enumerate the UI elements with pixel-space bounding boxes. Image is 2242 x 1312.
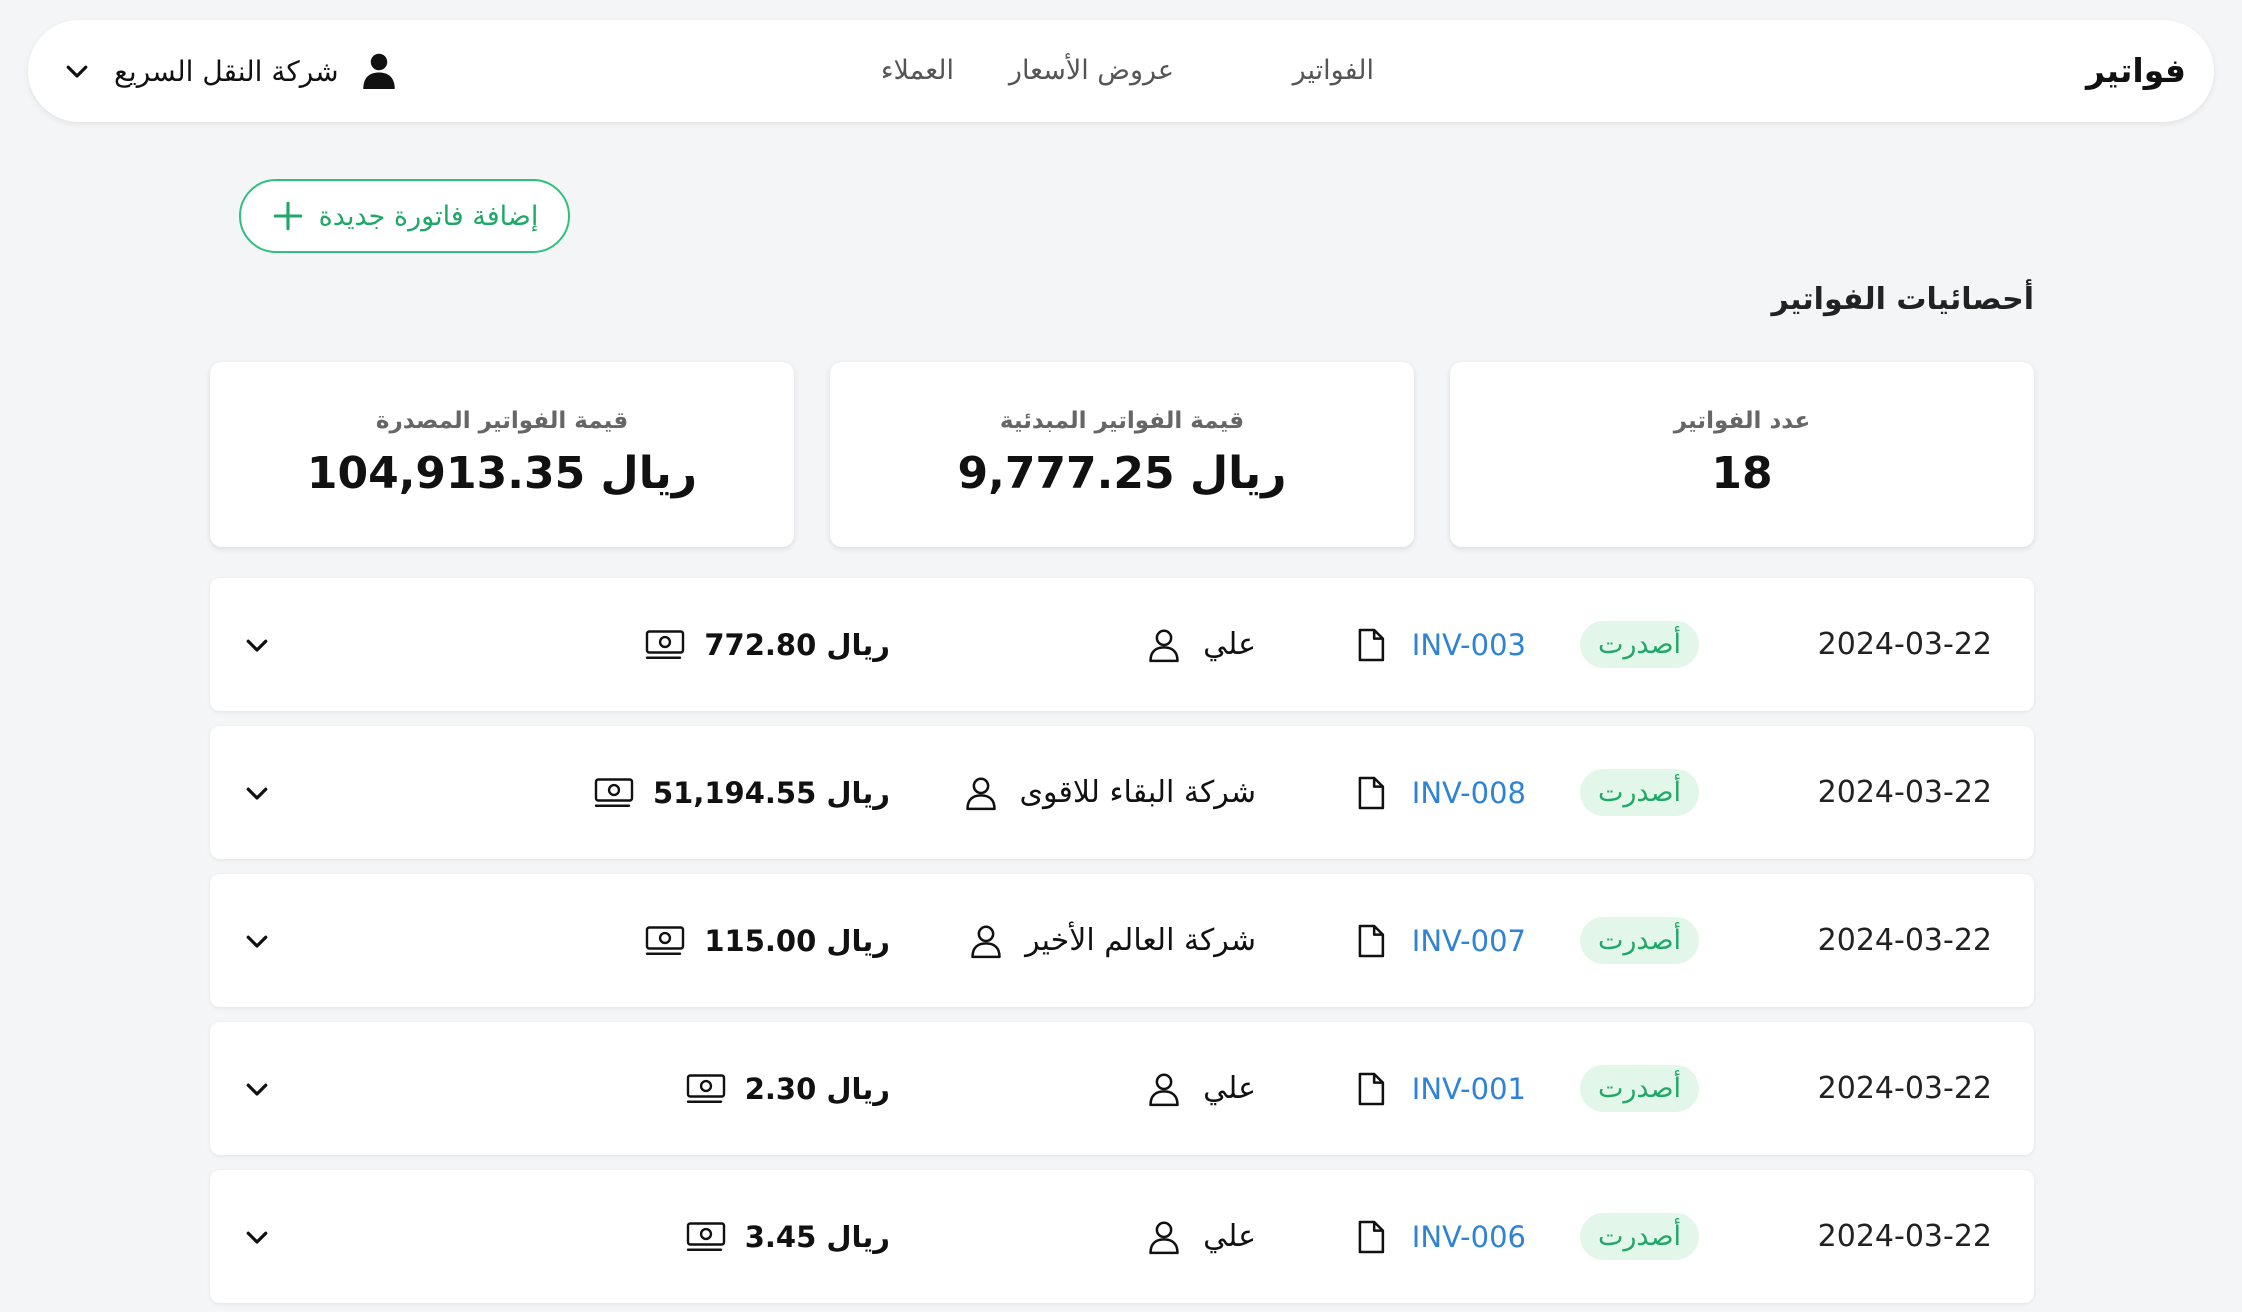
status-badge-cell: أصدرت — [1579, 1170, 1699, 1303]
status-badge: أصدرت — [1579, 1065, 1699, 1112]
invoice-row[interactable]: 2024-03-22 أصدرت INV-007 شركة العالم الأ… — [210, 874, 2034, 1007]
document-icon — [1358, 776, 1384, 809]
status-badge-cell: أصدرت — [1579, 726, 1699, 859]
cash-icon — [594, 777, 634, 807]
status-badge-cell: أصدرت — [1579, 578, 1699, 711]
invoice-number-link[interactable]: INV-008 — [1412, 776, 1526, 810]
status-badge-cell: أصدرت — [1579, 874, 1699, 1007]
expand-row-button[interactable] — [242, 726, 272, 859]
invoice-amount: 772.80 ريال — [704, 627, 890, 662]
invoice-date: 2024-03-22 — [1817, 775, 1992, 810]
invoice-row[interactable]: 2024-03-22 أصدرت INV-006 علي 3.45 ريال — [210, 1170, 2034, 1303]
invoice-number-cell: INV-003 — [1352, 578, 1526, 711]
stat-value: 9,777.25 ريال — [957, 448, 1287, 499]
user-outline-icon — [1149, 1220, 1179, 1254]
stat-label: قيمة الفواتير المصدرة — [375, 408, 629, 434]
client-name: شركة البقاء للاقوى — [1019, 775, 1256, 810]
status-badge: أصدرت — [1579, 1213, 1699, 1260]
user-outline-icon — [1149, 628, 1179, 662]
invoice-date: 2024-03-22 — [1817, 627, 1992, 662]
invoice-row[interactable]: 2024-03-22 أصدرت INV-008 شركة البقاء للا… — [210, 726, 2034, 859]
client-cell: شركة البقاء للاقوى — [962, 726, 1256, 859]
client-name: علي — [1203, 1219, 1256, 1254]
invoice-date: 2024-03-22 — [1817, 923, 1992, 958]
stats-title: أحصائيات الفواتير — [1771, 282, 2035, 317]
chevron-down-icon — [66, 65, 88, 78]
client-cell: شركة العالم الأخير — [967, 874, 1256, 1007]
stat-label: قيمة الفواتير المبدئية — [999, 408, 1245, 434]
cash-icon — [646, 925, 685, 955]
user-icon — [362, 53, 395, 89]
add-invoice-button[interactable]: إضافة فاتورة جديدة — [239, 179, 570, 253]
user-outline-icon — [1149, 1072, 1179, 1106]
top-navbar: فواتير الفواتير عروض الأسعار العملاء شرك… — [28, 20, 2214, 122]
amount-cell: 2.30 ريال — [470, 1022, 890, 1155]
invoice-number-link[interactable]: INV-003 — [1412, 628, 1526, 662]
stat-label: عدد الفواتير — [1673, 408, 1811, 434]
client-cell: علي — [1145, 578, 1256, 711]
stat-card-draft-value: قيمة الفواتير المبدئية 9,777.25 ريال — [830, 362, 1414, 547]
expand-row-button[interactable] — [242, 1170, 272, 1303]
invoice-amount: 2.30 ريال — [744, 1071, 890, 1106]
expand-row-button[interactable] — [242, 578, 272, 711]
cash-icon — [686, 1221, 725, 1251]
document-icon — [1358, 628, 1384, 661]
client-cell: علي — [1145, 1170, 1256, 1303]
chevron-down-icon — [246, 1231, 268, 1244]
invoice-number-cell: INV-008 — [1352, 726, 1526, 859]
chevron-down-icon — [246, 639, 268, 652]
invoice-number-link[interactable]: INV-007 — [1412, 924, 1526, 958]
client-name: علي — [1203, 627, 1256, 662]
amount-cell: 3.45 ريال — [470, 1170, 890, 1303]
client-cell: علي — [1145, 1022, 1256, 1155]
amount-cell: 115.00 ريال — [470, 874, 890, 1007]
chevron-down-icon — [246, 787, 268, 800]
user-outline-icon — [971, 924, 1001, 958]
status-badge-cell: أصدرت — [1579, 1022, 1699, 1155]
stat-card-issued-value: قيمة الفواتير المصدرة 104,913.35 ريال — [210, 362, 794, 547]
document-icon — [1358, 924, 1384, 957]
status-badge: أصدرت — [1579, 917, 1699, 964]
chevron-down-icon — [246, 935, 268, 948]
chevron-down-icon — [246, 1083, 268, 1096]
amount-cell: 772.80 ريال — [470, 578, 890, 711]
stat-card-count: عدد الفواتير 18 — [1450, 362, 2034, 547]
nav-clients[interactable]: العملاء — [881, 20, 954, 122]
invoice-number-cell: INV-006 — [1352, 1170, 1526, 1303]
invoice-number-cell: INV-007 — [1352, 874, 1526, 1007]
user-outline-icon — [965, 776, 996, 810]
client-name: علي — [1203, 1071, 1256, 1106]
nav-quotes[interactable]: عروض الأسعار — [1009, 20, 1174, 122]
invoice-number-cell: INV-001 — [1352, 1022, 1526, 1155]
stat-value: 18 — [1711, 448, 1773, 499]
invoice-date: 2024-03-22 — [1817, 1071, 1992, 1106]
document-icon — [1358, 1072, 1384, 1105]
add-invoice-label: إضافة فاتورة جديدة — [318, 200, 539, 232]
company-selector[interactable]: شركة النقل السريع — [62, 20, 397, 122]
invoice-row[interactable]: 2024-03-22 أصدرت INV-001 علي 2.30 ريال — [210, 1022, 2034, 1155]
expand-row-button[interactable] — [242, 1022, 272, 1155]
company-name: شركة النقل السريع — [114, 54, 339, 88]
expand-row-button[interactable] — [242, 874, 272, 1007]
status-badge: أصدرت — [1579, 621, 1699, 668]
invoice-date: 2024-03-22 — [1817, 1219, 1992, 1254]
nav-invoices[interactable]: الفواتير — [1293, 20, 1374, 122]
document-icon — [1358, 1220, 1384, 1253]
invoice-row[interactable]: 2024-03-22 أصدرت INV-003 علي 772.80 ريال — [210, 578, 2034, 711]
stat-value: 104,913.35 ريال — [306, 448, 698, 499]
invoice-amount: 115.00 ريال — [704, 923, 890, 958]
invoice-number-link[interactable]: INV-001 — [1412, 1072, 1526, 1106]
invoice-number-link[interactable]: INV-006 — [1412, 1220, 1526, 1254]
amount-cell: 51,194.55 ريال — [470, 726, 890, 859]
cash-icon — [646, 629, 685, 659]
status-badge: أصدرت — [1579, 769, 1699, 816]
cash-icon — [686, 1073, 725, 1103]
plus-icon — [273, 201, 302, 231]
invoice-amount: 51,194.55 ريال — [652, 775, 890, 810]
client-name: شركة العالم الأخير — [1025, 923, 1256, 958]
invoice-amount: 3.45 ريال — [744, 1219, 890, 1254]
